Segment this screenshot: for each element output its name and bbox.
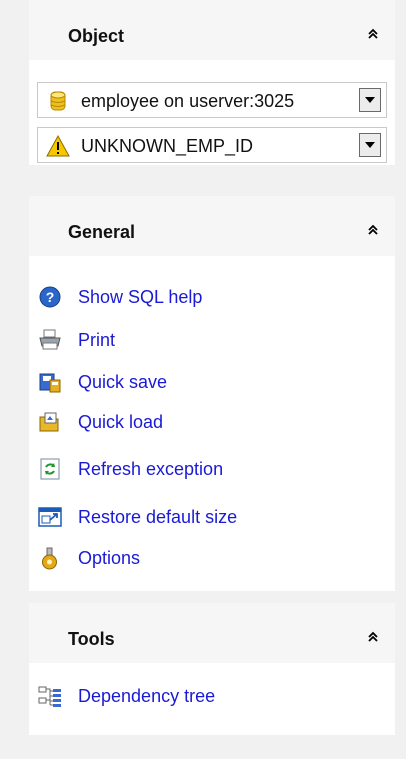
quick-load-label: Quick load — [78, 412, 164, 432]
tools-panel-header[interactable]: Tools — [29, 603, 395, 663]
dependency-tree-icon — [38, 684, 62, 708]
dependency-tree-label: Dependency tree — [78, 686, 216, 706]
help-icon: ? — [38, 285, 62, 309]
options-label: Options — [78, 548, 141, 568]
database-icon — [46, 89, 70, 113]
general-panel-header[interactable]: General — [29, 196, 395, 256]
quick-save-label: Quick save — [78, 372, 168, 392]
collapse-tools-icon[interactable] — [365, 629, 381, 645]
general-panel: General ? Show SQL help Print Quick save… — [29, 196, 395, 591]
print-label: Print — [78, 330, 116, 350]
object-panel: Object employee on userver:3025 UNKNOWN_… — [29, 0, 395, 165]
exception-dropdown-button[interactable] — [359, 133, 381, 157]
general-panel-title: General — [68, 222, 136, 242]
collapse-object-icon[interactable] — [365, 26, 381, 42]
printer-icon — [38, 328, 62, 352]
quick-save-icon — [38, 370, 62, 394]
tools-panel-title: Tools — [68, 629, 115, 649]
database-dropdown-button[interactable] — [359, 88, 381, 112]
chevron-down-icon — [365, 97, 375, 103]
tools-panel: Tools Dependency tree — [29, 603, 395, 735]
exception-select-value: UNKNOWN_EMP_ID — [81, 136, 254, 156]
warning-icon — [46, 134, 70, 158]
database-select[interactable]: employee on userver:3025 — [37, 82, 387, 118]
chevron-down-icon — [365, 142, 375, 148]
options-icon — [38, 546, 62, 570]
refresh-exception-label: Refresh exception — [78, 459, 224, 479]
quick-load-icon — [38, 410, 62, 434]
exception-select[interactable]: UNKNOWN_EMP_ID — [37, 127, 387, 163]
database-select-value: employee on userver:3025 — [81, 91, 295, 111]
show-sql-help-label: Show SQL help — [78, 287, 203, 307]
svg-text:?: ? — [46, 289, 55, 305]
restore-default-size-label: Restore default size — [78, 507, 238, 527]
object-panel-title: Object — [68, 26, 125, 46]
collapse-general-icon[interactable] — [365, 222, 381, 238]
restore-size-icon — [38, 505, 62, 529]
refresh-icon — [38, 457, 62, 481]
object-panel-header[interactable]: Object — [29, 0, 395, 60]
